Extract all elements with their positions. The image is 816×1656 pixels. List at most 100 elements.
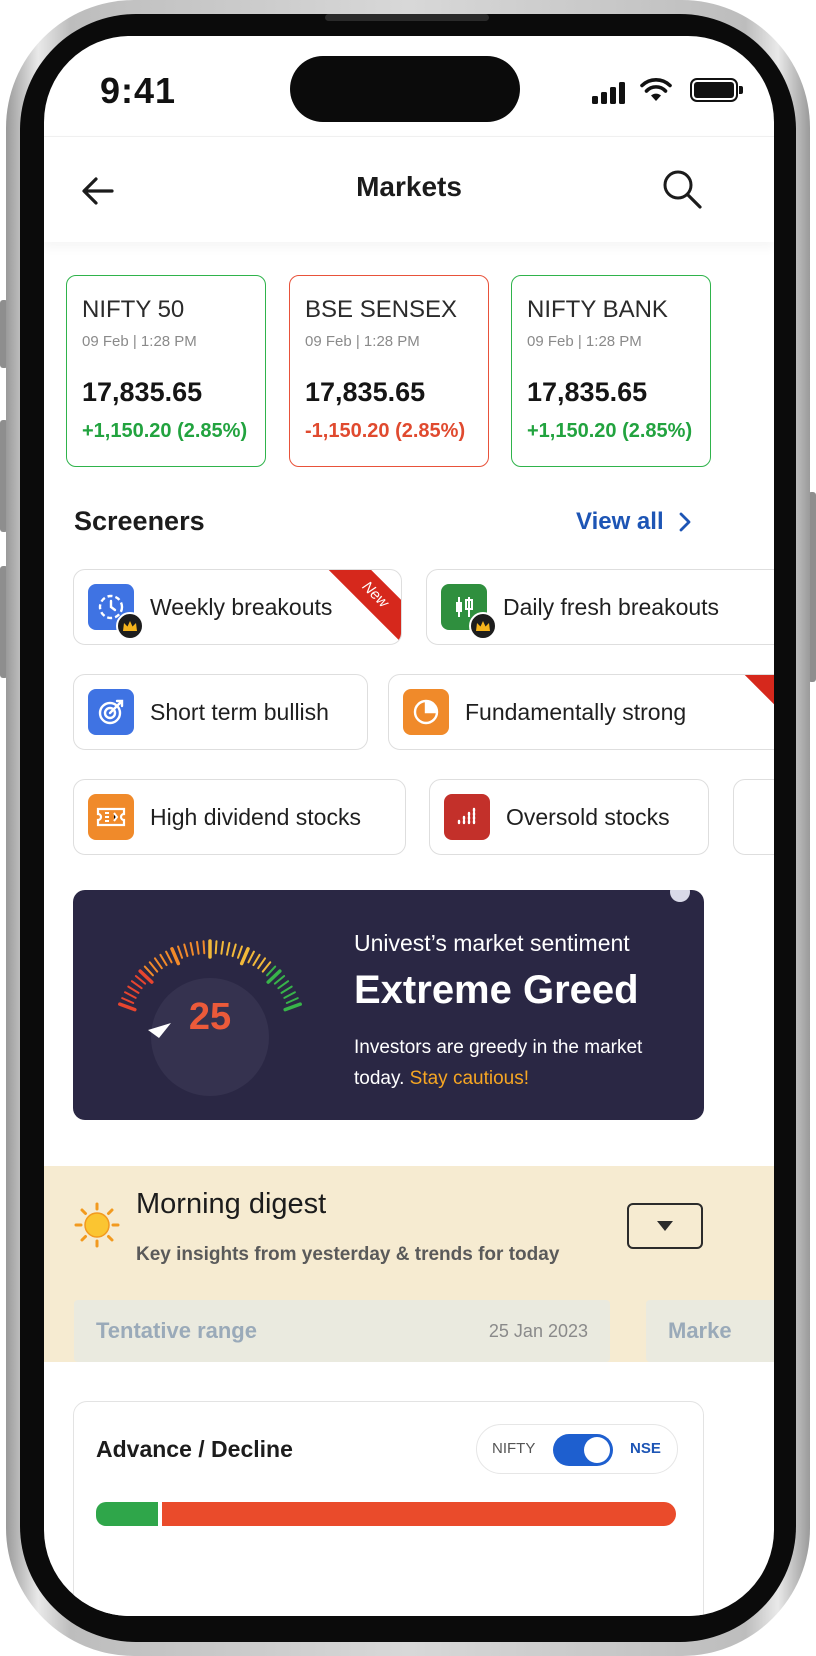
index-name: NIFTY BANK [527, 296, 668, 323]
crown-icon [116, 612, 144, 640]
sentiment-subtitle: Univest’s market sentiment [354, 930, 630, 956]
gauge-tick [177, 945, 184, 959]
gauge-tick [261, 961, 272, 973]
app-header: Markets [44, 136, 774, 242]
gauge-tick [220, 940, 224, 955]
screener-chip-fundamentally-strong[interactable]: Fundamentally strong [388, 674, 774, 750]
close-dot[interactable] [670, 890, 690, 902]
digest-expand-button[interactable] [627, 1203, 703, 1249]
gauge-tick [257, 957, 267, 970]
gauge-tick [127, 985, 140, 994]
screener-label: Daily fresh breakouts [503, 593, 720, 620]
gauge-tick [148, 961, 159, 973]
new-badge: New [324, 570, 401, 644]
gauge-tick [196, 940, 200, 955]
chevron-right-icon [679, 512, 691, 532]
index-name: NIFTY 50 [82, 296, 185, 323]
candlestick-icon [441, 584, 497, 640]
index-change: +1,150.20 (2.85%) [527, 420, 693, 442]
digest-subtitle: Key insights from yesterday & trends for… [136, 1244, 560, 1265]
index-card-nifty-50[interactable]: NIFTY 50 09 Feb | 1:28 PM 17,835.65 +1,1… [66, 275, 266, 467]
toggle-label-nse: NSE [630, 1440, 661, 1457]
morning-digest-section: Morning digest Key insights from yesterd… [44, 1166, 774, 1362]
advance-bar [96, 1502, 158, 1526]
gauge-tick [134, 975, 147, 985]
digest-tab-date: 25 Jan 2023 [488, 1320, 588, 1341]
wifi-icon [640, 78, 672, 101]
view-all-link[interactable]: View all [576, 508, 692, 536]
gauge-tick [183, 943, 189, 958]
screener-chip-short-term-bullish[interactable]: Short term bullish [73, 674, 368, 750]
digest-title: Morning digest [136, 1188, 327, 1220]
ticket-icon [88, 794, 134, 840]
screeners-title: Screeners [74, 506, 205, 536]
view-all-label: View all [576, 508, 664, 535]
screener-chip-weekly-breakouts[interactable]: Weekly breakouts New [73, 569, 402, 645]
search-icon[interactable] [660, 167, 704, 211]
gauge-tick [247, 950, 255, 964]
index-change: -1,150.20 (2.85%) [305, 420, 466, 442]
crown-icon [469, 612, 497, 640]
caret-down-icon [657, 1221, 673, 1231]
gauge-tick [231, 943, 237, 958]
earpiece-speaker [325, 14, 489, 21]
gauge-tick [277, 980, 290, 990]
gauge-tick [239, 947, 250, 966]
index-change: +1,150.20 (2.85%) [82, 420, 248, 442]
exchange-toggle[interactable]: NIFTY NSE [476, 1424, 678, 1474]
gauge-tick [143, 965, 154, 977]
dynamic-island [290, 56, 520, 122]
screener-label: High dividend stocks [150, 803, 361, 830]
toggle-label-nifty: NIFTY [492, 1440, 536, 1457]
new-badge-partial [740, 675, 774, 749]
index-timestamp: 09 Feb | 1:28 PM [82, 333, 197, 350]
advance-decline-title: Advance / Decline [96, 1436, 293, 1462]
screener-label: Fundamentally strong [465, 698, 687, 725]
market-sentiment-card[interactable]: 25 Univest’s market sentiment Extreme Gr… [73, 890, 704, 1120]
gauge-tick [159, 953, 168, 967]
screener-label: Short term bullish [150, 698, 329, 725]
gauge-tick [252, 953, 261, 967]
index-timestamp: 09 Feb | 1:28 PM [305, 333, 420, 350]
index-value: 17,835.65 [82, 377, 203, 407]
screener-chip-high-dividend-stocks[interactable]: High dividend stocks [73, 779, 406, 855]
target-icon [88, 689, 134, 735]
gauge-tick [273, 975, 286, 985]
digest-tab-partial[interactable]: Marke [646, 1300, 774, 1362]
gauge-tick [214, 940, 218, 955]
index-card-nifty-bank[interactable]: NIFTY BANK 09 Feb | 1:28 PM 17,835.65 +1… [511, 275, 711, 467]
index-timestamp: 09 Feb | 1:28 PM [527, 333, 642, 350]
gauge-tick [280, 985, 293, 994]
sentiment-warning: Stay cautious! [409, 1068, 529, 1089]
screener-chip-daily-fresh-breakouts[interactable]: Daily fresh breakouts [426, 569, 774, 645]
pie-chart-icon [403, 689, 449, 735]
sun-icon [74, 1202, 120, 1248]
index-value: 17,835.65 [305, 377, 426, 407]
sentiment-title: Extreme Greed [354, 968, 639, 1012]
screener-chip-partial[interactable] [733, 779, 774, 855]
screener-label: Oversold stocks [506, 803, 670, 830]
decline-bar [162, 1502, 676, 1526]
clock-icon [88, 584, 144, 640]
gauge-tick [225, 941, 231, 956]
exchange-switch[interactable] [553, 1434, 613, 1466]
app-screen: 9:41 Markets NIFTY 50 09 Feb | 1:28 PM 1… [44, 36, 774, 1616]
status-time: 9:41 [100, 70, 177, 111]
screener-label: Weekly breakouts [150, 593, 333, 620]
index-value: 17,835.65 [527, 377, 648, 407]
gauge-tick [236, 945, 243, 959]
digest-tab-tentative-range[interactable]: Tentative range 25 Jan 2023 [74, 1300, 610, 1362]
gauge-tick [170, 947, 181, 966]
gauge-tick [165, 950, 173, 964]
gauge-tick [153, 957, 163, 970]
screener-chip-oversold-stocks[interactable]: Oversold stocks [429, 779, 709, 855]
battery-icon [690, 78, 743, 102]
digest-tab-label: Marke [668, 1318, 732, 1343]
cellular-signal-icon [592, 82, 625, 104]
index-name: BSE SENSEX [305, 296, 458, 323]
gauge-tick [202, 940, 206, 955]
index-card-bse-sensex[interactable]: BSE SENSEX 09 Feb | 1:28 PM 17,835.65 -1… [289, 275, 489, 467]
bar-chart-icon [444, 794, 490, 840]
gauge-tick [266, 965, 277, 977]
sentiment-score: 25 [188, 996, 232, 1038]
